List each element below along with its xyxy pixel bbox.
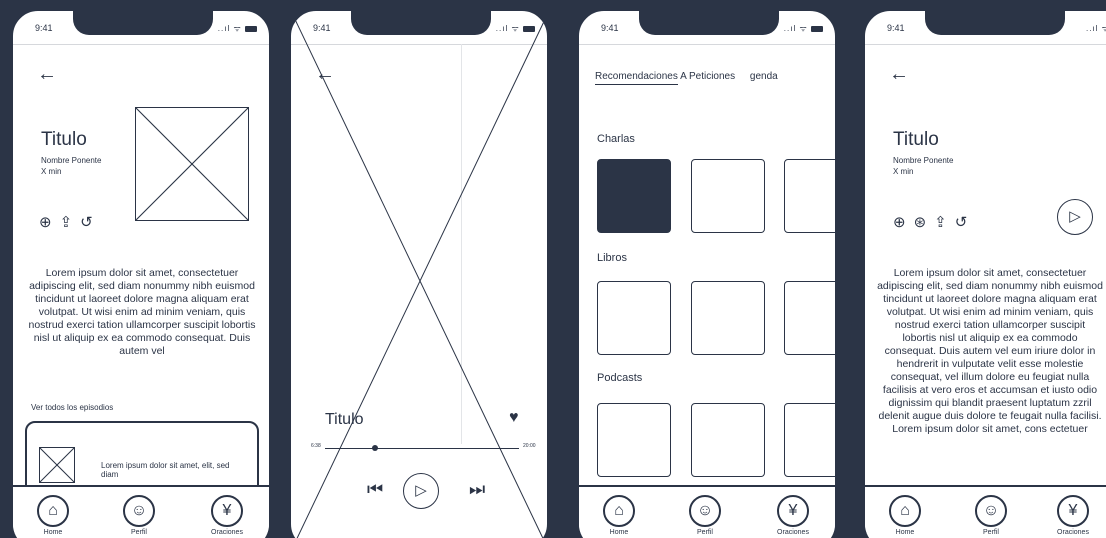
battery-icon bbox=[811, 25, 823, 32]
profile-icon: ☺ bbox=[689, 495, 721, 527]
notch bbox=[925, 11, 1065, 35]
profile-icon: ☺ bbox=[975, 495, 1007, 527]
replay-icon[interactable]: ↺ bbox=[955, 213, 968, 231]
notch bbox=[73, 11, 213, 35]
prayers-icon: ¥ bbox=[211, 495, 243, 527]
previous-icon[interactable]: ⏮ bbox=[367, 479, 383, 500]
signal-wifi-icon: ..ıl ᯤ bbox=[217, 24, 242, 33]
status-icons: ..ıl ᯤ bbox=[784, 23, 823, 34]
nav-profile[interactable]: ☺ Perfil bbox=[109, 495, 169, 536]
bottom-nav: ⌂ Home ☺ Perfil ¥ Oraciones bbox=[13, 485, 269, 538]
podcast-item[interactable] bbox=[784, 403, 835, 477]
bottom-nav: ⌂ Home ☺ Perfil ¥ Oraciones bbox=[865, 485, 1106, 538]
page-title: Titulo bbox=[41, 129, 87, 150]
podcast-item[interactable] bbox=[597, 403, 671, 477]
speaker-name: Nombre Ponente bbox=[41, 156, 102, 165]
signal-wifi-icon: ..ıl ᯤ bbox=[1086, 24, 1106, 33]
action-row: ⊕ ⊛ ⇪ ↺ bbox=[893, 213, 967, 231]
play-icon: ▷ bbox=[415, 482, 427, 499]
home-icon: ⌂ bbox=[603, 495, 635, 527]
section-podcasts: Podcasts bbox=[597, 372, 643, 384]
back-arrow-icon[interactable]: ← bbox=[37, 63, 57, 86]
tab-recomendaciones[interactable]: Recomendaciones bbox=[595, 71, 678, 85]
speaker-info: Nombre Ponente X min bbox=[41, 155, 101, 177]
notch bbox=[639, 11, 779, 35]
header-divider bbox=[865, 44, 1106, 45]
speaker-name: Nombre Ponente bbox=[893, 156, 954, 165]
speaker-info: Nombre Ponente X min bbox=[893, 155, 953, 177]
episode-thumbnail bbox=[39, 447, 75, 483]
media-placeholder bbox=[291, 11, 547, 538]
status-time: 9:41 bbox=[35, 23, 53, 33]
detail-screen: 9:41 ..ıl ᯤ ← Titulo Nombre Ponente X mi… bbox=[12, 10, 270, 538]
nav-home[interactable]: ⌂ Home bbox=[875, 495, 935, 536]
home-icon: ⌂ bbox=[889, 495, 921, 527]
back-arrow-icon[interactable]: ← bbox=[315, 63, 335, 86]
description: Lorem ipsum dolor sit amet, consectetuer… bbox=[877, 267, 1103, 435]
share-icon[interactable]: ⇪ bbox=[934, 213, 947, 231]
player-title: Titulo bbox=[325, 411, 364, 428]
add-icon[interactable]: ⊕ bbox=[893, 213, 906, 231]
nav-profile[interactable]: ☺ Perfil bbox=[961, 495, 1021, 536]
section-charlas: Charlas bbox=[597, 133, 635, 145]
charla-item[interactable] bbox=[691, 159, 765, 233]
nav-home[interactable]: ⌂ Home bbox=[589, 495, 649, 536]
prayers-icon: ¥ bbox=[777, 495, 809, 527]
library-screen: 9:41 ..ıl ᯤ Recomendaciones A Peticiones… bbox=[578, 10, 836, 538]
libro-item[interactable] bbox=[597, 281, 671, 355]
action-row: ⊕ ⇪ ↺ bbox=[39, 213, 93, 231]
duration: X min bbox=[893, 167, 914, 176]
libro-item[interactable] bbox=[784, 281, 835, 355]
cover-image-placeholder bbox=[135, 107, 249, 221]
nav-home[interactable]: ⌂ Home bbox=[23, 495, 83, 536]
charla-item[interactable] bbox=[784, 159, 835, 233]
status-icons: ..ıl ᯤ bbox=[218, 23, 257, 34]
episode-text: Lorem ipsum dolor sit amet, elit, sed di… bbox=[101, 461, 230, 479]
add-icon[interactable]: ⊕ bbox=[39, 213, 52, 231]
prayers-icon: ¥ bbox=[1057, 495, 1089, 527]
signal-wifi-icon: ..ıl ᯤ bbox=[783, 24, 808, 33]
tab-peticiones[interactable]: A Peticiones bbox=[680, 71, 735, 82]
player-screen: 9:41 ..ıl ᯤ ← Titulo ♥ 6:38 20:00 ⏮ ▷ ⏭ bbox=[290, 10, 548, 538]
status-time: 9:41 bbox=[601, 23, 619, 33]
nav-prayers[interactable]: ¥ Oraciones bbox=[197, 495, 257, 536]
next-icon[interactable]: ⏭ bbox=[469, 479, 485, 500]
current-time: 6:38 bbox=[311, 443, 321, 449]
detail-screen-2: 9:41 ..ıl ᯤ ← Titulo Nombre Ponente X mi… bbox=[864, 10, 1106, 538]
nav-prayers[interactable]: ¥ Oraciones bbox=[1043, 495, 1103, 536]
battery-icon bbox=[245, 25, 257, 32]
tab-agenda[interactable]: genda bbox=[750, 71, 778, 82]
home-icon: ⌂ bbox=[37, 495, 69, 527]
header-divider bbox=[579, 44, 835, 45]
play-icon: ▷ bbox=[1069, 208, 1081, 225]
play-button[interactable]: ▷ bbox=[1057, 199, 1093, 235]
total-time: 20:00 bbox=[523, 443, 536, 449]
duration: X min bbox=[41, 167, 62, 176]
nav-profile[interactable]: ☺ Perfil bbox=[675, 495, 735, 536]
nav-prayers[interactable]: ¥ Oraciones bbox=[763, 495, 823, 536]
libro-item[interactable] bbox=[691, 281, 765, 355]
charla-item[interactable] bbox=[597, 159, 671, 233]
status-icons: ..ıl ᯤ bbox=[1086, 23, 1106, 34]
share-icon[interactable]: ⇪ bbox=[60, 213, 73, 231]
profile-icon: ☺ bbox=[123, 495, 155, 527]
replay-icon[interactable]: ↺ bbox=[80, 213, 93, 231]
download-icon[interactable]: ⊛ bbox=[914, 213, 927, 231]
tab-bar: Recomendaciones A Peticiones genda bbox=[595, 71, 778, 85]
bottom-nav: ⌂ Home ☺ Perfil ¥ Oraciones bbox=[579, 485, 835, 538]
status-time: 9:41 bbox=[887, 23, 905, 33]
section-libros: Libros bbox=[597, 252, 627, 264]
progress-track[interactable] bbox=[325, 448, 519, 449]
see-all-episodes-link[interactable]: Ver todos los episodios bbox=[31, 403, 113, 412]
page-title: Titulo bbox=[893, 129, 939, 150]
heart-icon[interactable]: ♥ bbox=[509, 409, 519, 427]
description: Lorem ipsum dolor sit amet, consectetuer… bbox=[28, 267, 256, 357]
podcast-item[interactable] bbox=[691, 403, 765, 477]
back-arrow-icon[interactable]: ← bbox=[889, 63, 909, 86]
header-divider bbox=[13, 44, 269, 45]
play-button[interactable]: ▷ bbox=[403, 473, 439, 509]
